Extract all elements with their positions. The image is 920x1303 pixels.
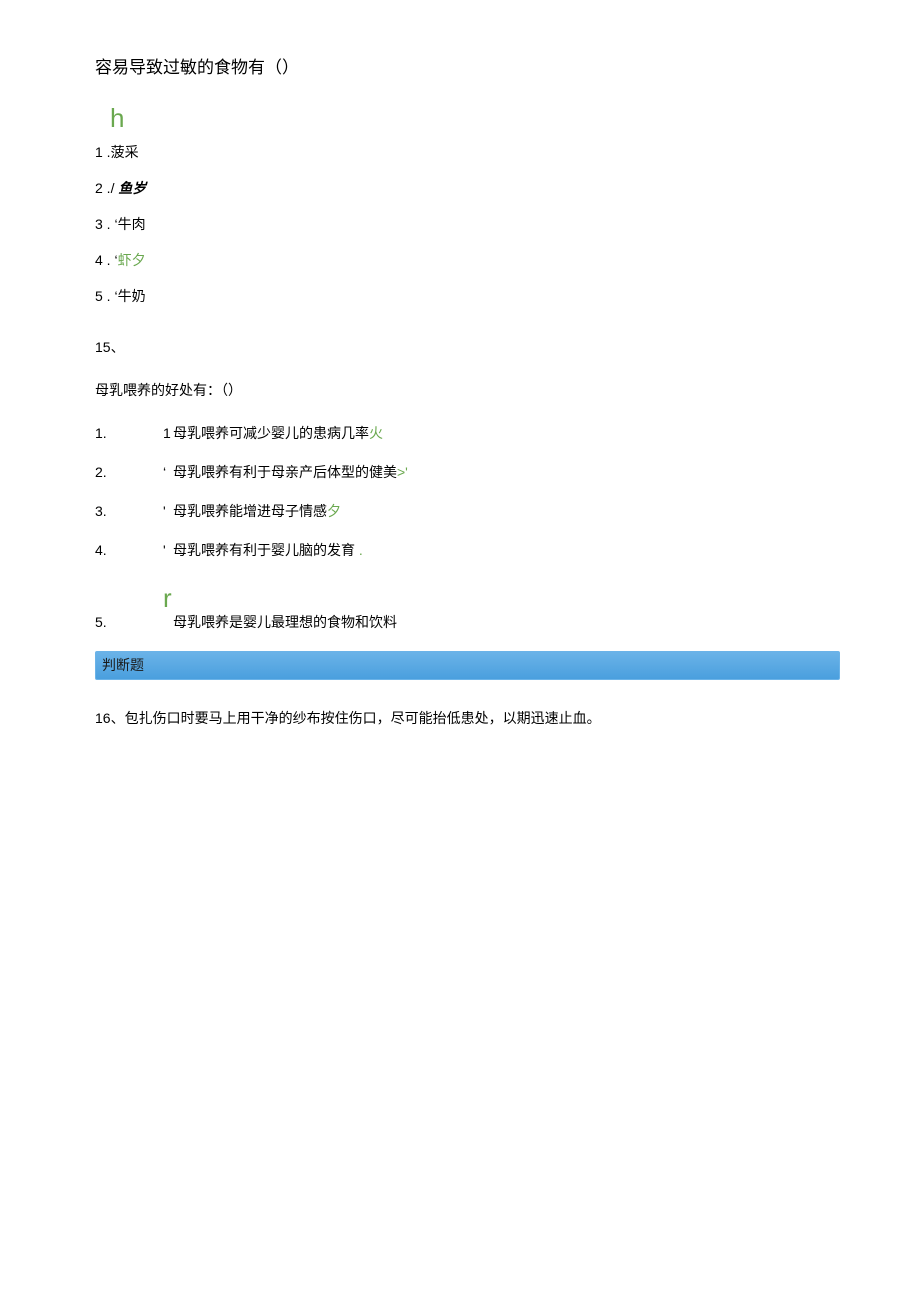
q14-opt3-text: 牛肉: [118, 216, 146, 232]
question-15-number: 15、: [95, 337, 840, 358]
q15-opt4-text: 母乳喂养有利于婴儿脑的发育: [173, 542, 355, 558]
q14-opt2-text: 鱼岁: [118, 180, 146, 196]
q15-option-1: 1. 1 母乳喂养可减少婴儿的患病几率火: [95, 423, 840, 444]
q14-option-5: 5 . ‘牛奶: [95, 286, 840, 307]
q14-opt5-num: 5: [95, 288, 103, 304]
q14-option-3: 3 . ‘牛肉: [95, 214, 840, 235]
q15-opt1-mark: 火: [369, 425, 383, 441]
q14-option-2: 2 ./ 鱼岁: [95, 178, 840, 199]
q14-opt4-pre: ‘: [111, 252, 118, 268]
q14-opt1-sep: .: [103, 144, 111, 160]
question-14-options: 1 .菠采 2 ./ 鱼岁 3 . ‘牛肉 4 . ‘虾夕 5 . ‘牛奶: [95, 142, 840, 307]
q15-opt2-num: 2.: [95, 462, 163, 483]
artifact-letter-h: h: [110, 99, 840, 138]
q14-opt4-sep: .: [103, 252, 111, 268]
q14-opt3-sep: .: [103, 216, 111, 232]
q14-opt3-pre: ‘: [111, 216, 118, 232]
q15-opt1-pre: 1: [163, 423, 173, 444]
q14-opt2-num: 2: [95, 180, 103, 196]
q15-opt2-pre: ‘: [163, 462, 173, 483]
q14-opt1-num: 1: [95, 144, 103, 160]
q14-opt5-pre: ‘: [111, 288, 118, 304]
q14-opt3-num: 3: [95, 216, 103, 232]
q15-opt4-pre: ': [163, 540, 173, 561]
q15-opt5-text: 母乳喂养是婴儿最理想的食物和饮料: [173, 614, 397, 630]
q15-opt2-mark: >': [397, 464, 408, 480]
q15-opt5-num: 5.: [95, 612, 163, 633]
q15-opt1-text: 母乳喂养可减少婴儿的患病几率: [173, 425, 369, 441]
section-header-judgment: 判断题: [95, 651, 840, 680]
q15-opt3-mark: 夕: [327, 503, 341, 519]
q14-opt4-text: 虾: [118, 252, 132, 268]
q15-opt3-num: 3.: [95, 501, 163, 522]
question-15-title: 母乳喂养的好处有：（）: [95, 380, 840, 401]
q15-option-4: 4. ' 母乳喂养有利于婴儿脑的发育 .: [95, 540, 840, 561]
question-14-title: 容易导致过敏的食物有（）: [95, 55, 840, 81]
q15-option-5: 5. 母乳喂养是婴儿最理想的食物和饮料: [95, 612, 840, 633]
q14-opt2-sep: .: [103, 180, 111, 196]
q15-opt4-num: 4.: [95, 540, 163, 561]
q14-opt1-text: 菠采: [111, 144, 139, 160]
q15-opt2-text: 母乳喂养有利于母亲产后体型的健美: [173, 464, 397, 480]
question-16-text: 16、包扎伤口时要马上用干净的纱布按住伤口，尽可能抬低患处，以期迅速止血。: [95, 708, 840, 729]
q15-opt3-pre: ': [163, 501, 173, 522]
q15-opt3-text: 母乳喂养能增进母子情感: [173, 503, 327, 519]
q15-opt4-mark: .: [355, 542, 363, 558]
q14-option-4: 4 . ‘虾夕: [95, 250, 840, 271]
q14-opt4-mark: 夕: [132, 252, 146, 268]
q14-option-1: 1 .菠采: [95, 142, 840, 163]
q15-option-3: 3. ' 母乳喂养能增进母子情感夕: [95, 501, 840, 522]
q14-opt5-sep: .: [103, 288, 111, 304]
q15-opt1-num: 1.: [95, 423, 163, 444]
q15-option-2: 2. ‘母乳喂养有利于母亲产后体型的健美>': [95, 462, 840, 483]
q14-opt5-text: 牛奶: [118, 288, 146, 304]
q14-opt4-num: 4: [95, 252, 103, 268]
question-15-options: 1. 1 母乳喂养可减少婴儿的患病几率火 2. ‘母乳喂养有利于母亲产后体型的健…: [95, 423, 840, 633]
